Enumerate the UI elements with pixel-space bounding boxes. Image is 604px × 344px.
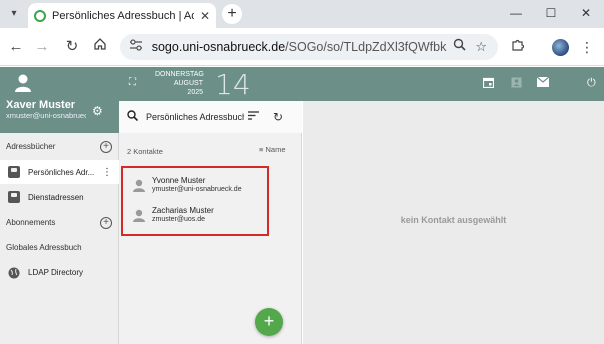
name-sort-label: Name [265, 145, 286, 154]
tab-title: Persönliches Adressbuch | Adre [52, 9, 194, 22]
empty-detail-message: kein Kontakt ausgewählt [400, 215, 507, 225]
contact-detail-panel: kein Kontakt ausgewählt [303, 101, 604, 344]
sidebar-item-label: LDAP Directory [28, 267, 83, 277]
minimize-button[interactable]: — [506, 4, 526, 22]
site-info-icon[interactable] [128, 39, 144, 55]
globe-icon [8, 266, 20, 279]
user-name: Xaver Muster [6, 99, 76, 111]
add-addressbook-icon[interactable]: + [100, 141, 112, 153]
settings-gear-icon[interactable]: ⚙ [92, 104, 103, 118]
home-icon[interactable] [90, 37, 110, 57]
user-header: Xaver Muster xmuster@uni-osnabruec... ⚙ [0, 67, 119, 133]
tab-close-icon[interactable]: ✕ [200, 9, 210, 23]
logout-power-icon[interactable]: ⏻ [587, 77, 596, 90]
date-weekday: DONNERSTAG [155, 71, 204, 78]
app-topbar: ⛶ DONNERSTAG AUGUST 2025 14 ⏻ [119, 67, 604, 101]
highlight-box [121, 166, 269, 236]
user-avatar-icon [15, 74, 31, 92]
sidebar-item-personal-addressbook[interactable]: Persönliches Adr... ⋮ [0, 160, 119, 184]
list-header: Persönliches Adressbuch ↻ [119, 101, 302, 133]
close-window-button[interactable]: ✕ [576, 4, 596, 22]
user-email: xmuster@uni-osnabruec... [6, 111, 86, 120]
extensions-icon[interactable] [508, 37, 528, 57]
bookmark-star-icon[interactable]: ☆ [472, 38, 490, 56]
sidebar: Xaver Muster xmuster@uni-osnabruec... ⚙ … [0, 67, 119, 344]
new-tab-button[interactable]: + [222, 4, 242, 24]
refresh-icon[interactable]: ↻ [273, 110, 283, 124]
maximize-button[interactable]: ☐ [541, 4, 561, 22]
sort-icon[interactable] [248, 111, 259, 123]
contact-count: 2 Kontakte [127, 147, 163, 156]
browser-menu-icon[interactable]: ⋮ [577, 37, 597, 57]
addressbook-icon [8, 191, 20, 203]
address-bar[interactable]: sogo.uni-osnabrueck.de/SOGo/so/TLdpZdXl3… [120, 34, 498, 60]
fullscreen-icon[interactable]: ⛶ [129, 77, 136, 88]
mail-icon[interactable] [536, 76, 550, 90]
profile-avatar[interactable] [552, 39, 569, 56]
name-sort-toggle[interactable]: ≡ Name [259, 145, 286, 154]
search-icon[interactable] [127, 110, 139, 124]
browser-tab[interactable]: Persönliches Adressbuch | Adre ✕ [28, 3, 216, 28]
url-text[interactable]: sogo.uni-osnabrueck.de/SOGo/so/TLdpZdXl3… [152, 40, 447, 54]
calendar-icon[interactable] [482, 77, 495, 91]
sidebar-item-ldap-directory[interactable]: LDAP Directory [0, 260, 119, 284]
back-icon[interactable]: ← [6, 37, 26, 57]
browser-toolbar: ← → ↻ sogo.uni-osnabrueck.de/SOGo/so/TLd… [0, 28, 604, 66]
addressbook-menu-icon[interactable]: ⋮ [102, 167, 112, 178]
subscriptions-section-label: Abonnements [6, 218, 56, 227]
date-day: 14 [215, 68, 251, 101]
sidebar-item-dienstadressen[interactable]: Dienstadressen [0, 185, 119, 209]
addressbook-title: Persönliches Adressbuch [146, 112, 244, 122]
addressbooks-section-label: Adressbücher [6, 142, 56, 151]
browser-tab-bar: ▾ Persönliches Adressbuch | Adre ✕ + — ☐… [0, 0, 604, 28]
date-month: AUGUST [173, 80, 203, 87]
sogo-favicon-icon [34, 9, 46, 22]
sogo-app: Xaver Muster xmuster@uni-osnabruec... ⚙ … [0, 67, 604, 344]
tab-search-icon[interactable]: ▾ [7, 7, 21, 21]
contacts-icon[interactable] [511, 77, 522, 91]
contact-list-panel: Persönliches Adressbuch ↻ 2 Kontakte ≡ N… [119, 101, 302, 344]
sort-lines-icon: ≡ [259, 145, 264, 154]
sidebar-item-label: Persönliches Adr... [28, 167, 95, 177]
sidebar-item-label: Dienstadressen [28, 192, 84, 202]
reload-icon[interactable]: ↻ [62, 37, 82, 57]
addressbook-icon [8, 166, 20, 178]
zoom-icon[interactable] [451, 38, 469, 56]
date-block: DONNERSTAG AUGUST 2025 [155, 70, 204, 97]
forward-icon[interactable]: → [32, 37, 52, 57]
add-contact-button[interactable]: + [255, 308, 283, 336]
add-subscription-icon[interactable]: + [100, 217, 112, 229]
date-year: 2025 [187, 89, 203, 96]
global-addressbook-label: Globales Adressbuch [6, 243, 82, 252]
